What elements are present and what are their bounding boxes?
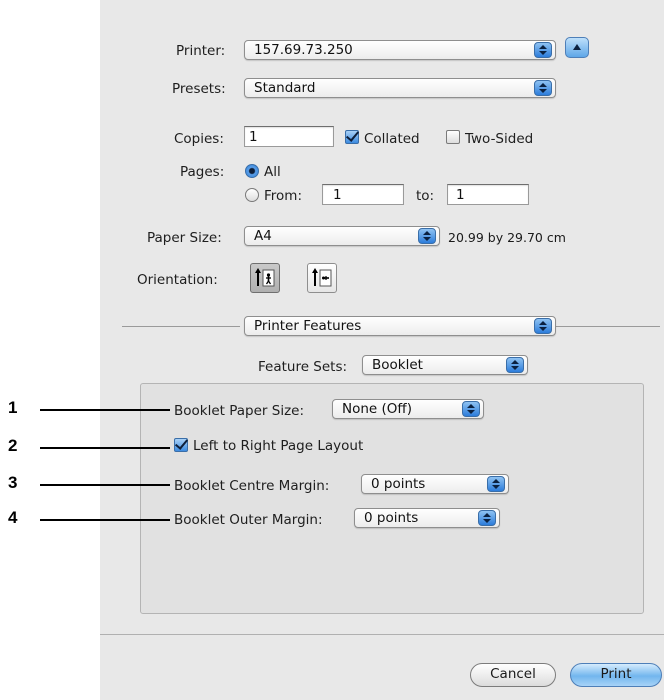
stepper-icon bbox=[506, 357, 524, 373]
stepper-icon bbox=[462, 401, 480, 417]
feature-sets-popup[interactable]: Booklet bbox=[362, 355, 528, 375]
pages-label: Pages: bbox=[180, 164, 225, 180]
pages-to-value: 1 bbox=[456, 187, 465, 203]
pages-to-field[interactable]: 1 bbox=[447, 184, 529, 205]
booklet-outer-margin-popup[interactable]: 0 points bbox=[354, 508, 500, 528]
callout-3: 3 bbox=[8, 473, 18, 492]
feature-sets-label: Feature Sets: bbox=[258, 359, 348, 375]
printer-popup[interactable]: 157.69.73.250 bbox=[244, 40, 556, 60]
presets-label: Presets: bbox=[172, 81, 226, 97]
orientation-label: Orientation: bbox=[137, 272, 218, 288]
callout-4: 4 bbox=[8, 508, 18, 527]
pages-all-label: All bbox=[264, 164, 281, 180]
printer-label: Printer: bbox=[176, 43, 226, 59]
stepper-icon bbox=[418, 228, 436, 244]
copies-field[interactable]: 1 bbox=[244, 126, 334, 147]
orientation-landscape-button[interactable] bbox=[307, 263, 337, 293]
left-to-right-label: Left to Right Page Layout bbox=[193, 438, 364, 454]
callout-line-1 bbox=[40, 409, 170, 411]
copies-value: 1 bbox=[249, 129, 258, 145]
paper-size-label: Paper Size: bbox=[147, 230, 222, 246]
callout-1: 1 bbox=[8, 398, 18, 417]
booklet-paper-size-value: None (Off) bbox=[342, 401, 412, 417]
booklet-centre-margin-value: 0 points bbox=[371, 476, 426, 492]
callout-2: 2 bbox=[8, 436, 18, 455]
collated-label: Collated bbox=[364, 131, 420, 147]
callout-line-3 bbox=[40, 484, 170, 486]
presets-popup[interactable]: Standard bbox=[244, 78, 556, 98]
printer-value: 157.69.73.250 bbox=[254, 42, 353, 58]
section-popup[interactable]: Printer Features bbox=[244, 316, 556, 336]
orientation-portrait-button[interactable] bbox=[250, 263, 280, 293]
portrait-icon bbox=[255, 268, 275, 287]
section-popup-value: Printer Features bbox=[254, 318, 362, 334]
booklet-centre-margin-popup[interactable]: 0 points bbox=[361, 474, 509, 494]
paper-size-popup[interactable]: A4 bbox=[244, 226, 440, 246]
booklet-centre-margin-label: Booklet Centre Margin: bbox=[174, 478, 330, 494]
two-sided-checkbox[interactable] bbox=[446, 130, 460, 144]
copies-label: Copies: bbox=[174, 131, 224, 147]
feature-sets-value: Booklet bbox=[372, 357, 423, 373]
expand-icon[interactable] bbox=[565, 37, 589, 58]
stepper-icon bbox=[534, 318, 552, 334]
callout-line-2 bbox=[40, 447, 170, 449]
separator-left bbox=[122, 326, 240, 327]
two-sided-label: Two-Sided bbox=[465, 131, 534, 147]
stepper-icon bbox=[534, 42, 552, 58]
paper-size-value: A4 bbox=[254, 228, 272, 244]
landscape-icon bbox=[312, 268, 332, 287]
pages-all-radio[interactable] bbox=[245, 164, 259, 178]
paper-dimensions: 20.99 by 29.70 cm bbox=[448, 230, 566, 245]
separator-right bbox=[556, 326, 660, 327]
pages-from-field[interactable]: 1 bbox=[322, 184, 404, 205]
booklet-paper-size-label: Booklet Paper Size: bbox=[174, 403, 305, 419]
cancel-button[interactable]: Cancel bbox=[470, 663, 556, 687]
collated-checkbox[interactable] bbox=[345, 130, 359, 144]
callout-line-4 bbox=[40, 519, 170, 521]
stepper-icon bbox=[487, 476, 505, 492]
presets-value: Standard bbox=[254, 80, 316, 96]
bottom-separator bbox=[100, 634, 664, 635]
left-to-right-checkbox[interactable] bbox=[174, 438, 188, 452]
booklet-outer-margin-value: 0 points bbox=[364, 510, 419, 526]
booklet-paper-size-popup[interactable]: None (Off) bbox=[332, 399, 484, 419]
pages-to-label: to: bbox=[416, 188, 435, 204]
stepper-icon bbox=[478, 510, 496, 526]
stepper-icon bbox=[534, 80, 552, 96]
pages-from-value: 1 bbox=[333, 187, 342, 203]
pages-from-label: From: bbox=[264, 188, 302, 204]
pages-from-radio[interactable] bbox=[245, 188, 259, 202]
booklet-outer-margin-label: Booklet Outer Margin: bbox=[174, 512, 323, 528]
print-button[interactable]: Print bbox=[570, 663, 662, 687]
